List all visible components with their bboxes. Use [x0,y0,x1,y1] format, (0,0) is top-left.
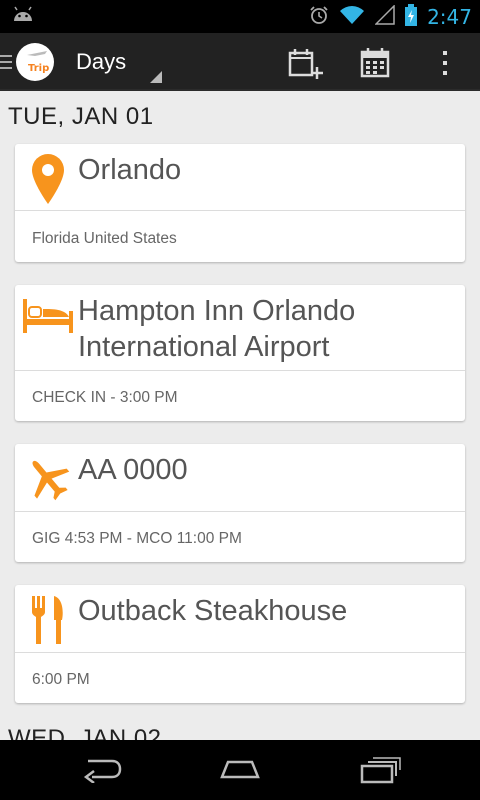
navigation-bar [0,740,480,800]
bed-icon [23,291,73,341]
day-header: TUE, JAN 01 [8,103,154,130]
item-title: Orlando [78,154,182,186]
list-item[interactable]: Orlando Florida United States [15,144,465,262]
fork-knife-icon [23,595,73,645]
back-icon [83,759,122,783]
airplane-icon [23,454,73,504]
overflow-menu-button[interactable] [420,41,470,85]
item-detail: 6:00 PM [32,671,90,688]
divider [15,370,465,371]
app-logo[interactable]: Trip [16,43,54,81]
add-day-button[interactable] [280,41,330,85]
item-title: Hampton Inn Orlando International Airpor… [78,295,356,363]
list-item[interactable]: Hampton Inn Orlando International Airpor… [15,285,465,421]
android-debug-icon [12,5,34,27]
spinner-caret-icon[interactable] [148,71,162,83]
status-bar: 2:47 [0,0,480,33]
list-item[interactable]: Outback Steakhouse 6:00 PM [15,585,465,703]
back-button[interactable] [65,748,135,792]
list-item[interactable]: AA 0000 GIG 4:53 PM - MCO 11:00 PM [15,444,465,562]
item-detail: CHECK IN - 3:00 PM [32,389,178,406]
location-pin-icon [23,154,73,204]
recent-apps-button[interactable] [345,748,415,792]
app-logo-text: Trip [28,63,50,74]
signal-icon [374,4,395,29]
divider [15,511,465,512]
item-title: AA 0000 [78,454,188,486]
page-title[interactable]: Days [76,49,126,75]
status-time: 2:47 [427,5,472,29]
logo-plane-icon [27,51,47,56]
calendar-button[interactable] [350,41,400,85]
calendar-add-icon [288,49,323,79]
drawer-indicator-icon[interactable] [0,55,14,73]
battery-icon [405,4,418,30]
day-header: WED, JAN 02 [8,725,162,740]
home-button[interactable] [205,748,275,792]
item-title: Outback Steakhouse [78,595,348,627]
days-list[interactable]: TUE, JAN 01 Orlando Florida United State… [0,91,480,740]
item-detail: GIG 4:53 PM - MCO 11:00 PM [32,530,242,547]
home-icon [220,760,260,779]
action-bar: Trip Days [0,33,480,91]
wifi-icon [339,5,365,29]
item-detail: Florida United States [32,230,177,247]
divider [15,652,465,653]
recent-apps-icon [360,757,401,784]
divider [15,210,465,211]
overflow-menu-icon [443,51,447,75]
calendar-icon [360,48,390,78]
alarm-icon [309,5,329,29]
